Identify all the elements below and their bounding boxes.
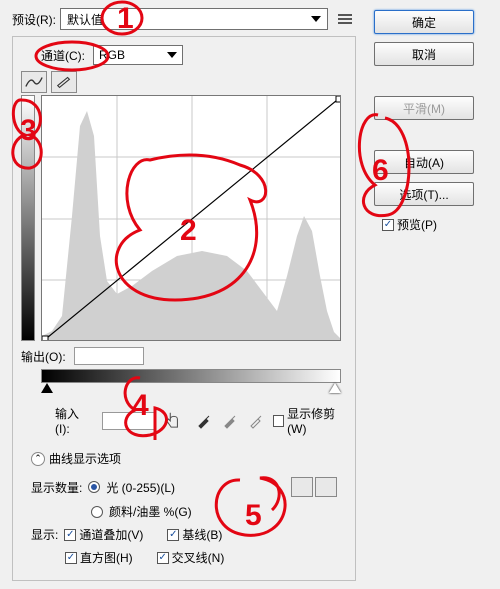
channel-value: RGB bbox=[99, 48, 125, 62]
input-gradient-bar bbox=[41, 369, 341, 383]
output-input[interactable] bbox=[74, 347, 144, 365]
chevron-down-icon bbox=[167, 52, 177, 58]
light-radio-label: 光 (0-255)(L) bbox=[106, 479, 175, 496]
pigment-radio-label: 颜料/油墨 %(G) bbox=[109, 503, 192, 520]
pigment-radio[interactable] bbox=[91, 506, 103, 518]
show-clipping-label: 显示修剪(W) bbox=[287, 405, 347, 436]
black-eyedropper-icon[interactable] bbox=[196, 411, 214, 431]
curve-tool-button[interactable] bbox=[21, 71, 47, 93]
preset-dropdown[interactable]: 默认值 bbox=[60, 8, 328, 30]
ok-button[interactable]: 确定 bbox=[374, 10, 474, 34]
channel-label: 通道(C): bbox=[41, 47, 85, 64]
curve-display-options-expander[interactable]: ⌃ 曲线显示选项 bbox=[31, 450, 347, 467]
show-label: 显示: bbox=[31, 526, 58, 543]
output-label: 输出(O): bbox=[21, 348, 66, 365]
chevron-down-icon bbox=[311, 16, 321, 22]
light-radio[interactable] bbox=[88, 481, 100, 493]
pencil-tool-button[interactable] bbox=[51, 71, 77, 93]
curve-display-options-label: 曲线显示选项 bbox=[49, 450, 121, 467]
grid-small-button[interactable] bbox=[291, 477, 313, 497]
channel-dropdown[interactable]: RGB bbox=[93, 45, 183, 65]
collapse-icon: ⌃ bbox=[31, 452, 45, 466]
preset-menu-icon[interactable] bbox=[334, 8, 356, 30]
cancel-button[interactable]: 取消 bbox=[374, 42, 474, 66]
preview-checkbox[interactable]: 预览(P) bbox=[382, 216, 484, 233]
input-label: 输入(I): bbox=[55, 405, 90, 436]
finger-tool-icon[interactable] bbox=[164, 411, 182, 431]
baseline-checkbox[interactable]: 基线(B) bbox=[167, 526, 222, 543]
curves-graph[interactable] bbox=[41, 95, 341, 341]
preset-value: 默认值 bbox=[67, 11, 103, 28]
smooth-button: 平滑(M) bbox=[374, 96, 474, 120]
preview-label: 预览(P) bbox=[397, 216, 437, 233]
channel-overlay-checkbox[interactable]: 通道叠加(V) bbox=[64, 526, 143, 543]
output-gradient-bar bbox=[21, 95, 35, 341]
show-clipping-checkbox[interactable]: 显示修剪(W) bbox=[273, 405, 347, 436]
grid-large-button[interactable] bbox=[315, 477, 337, 497]
show-amount-label: 显示数量: bbox=[31, 479, 82, 496]
input-input[interactable] bbox=[102, 412, 156, 430]
preset-label: 预设(R): bbox=[12, 11, 56, 28]
white-eyedropper-icon[interactable] bbox=[247, 411, 265, 431]
white-point-slider[interactable] bbox=[329, 383, 341, 393]
auto-button[interactable]: 自动(A) bbox=[374, 150, 474, 174]
black-point-slider[interactable] bbox=[41, 383, 53, 393]
options-button[interactable]: 选项(T)... bbox=[374, 182, 474, 206]
gray-eyedropper-icon[interactable] bbox=[221, 411, 239, 431]
